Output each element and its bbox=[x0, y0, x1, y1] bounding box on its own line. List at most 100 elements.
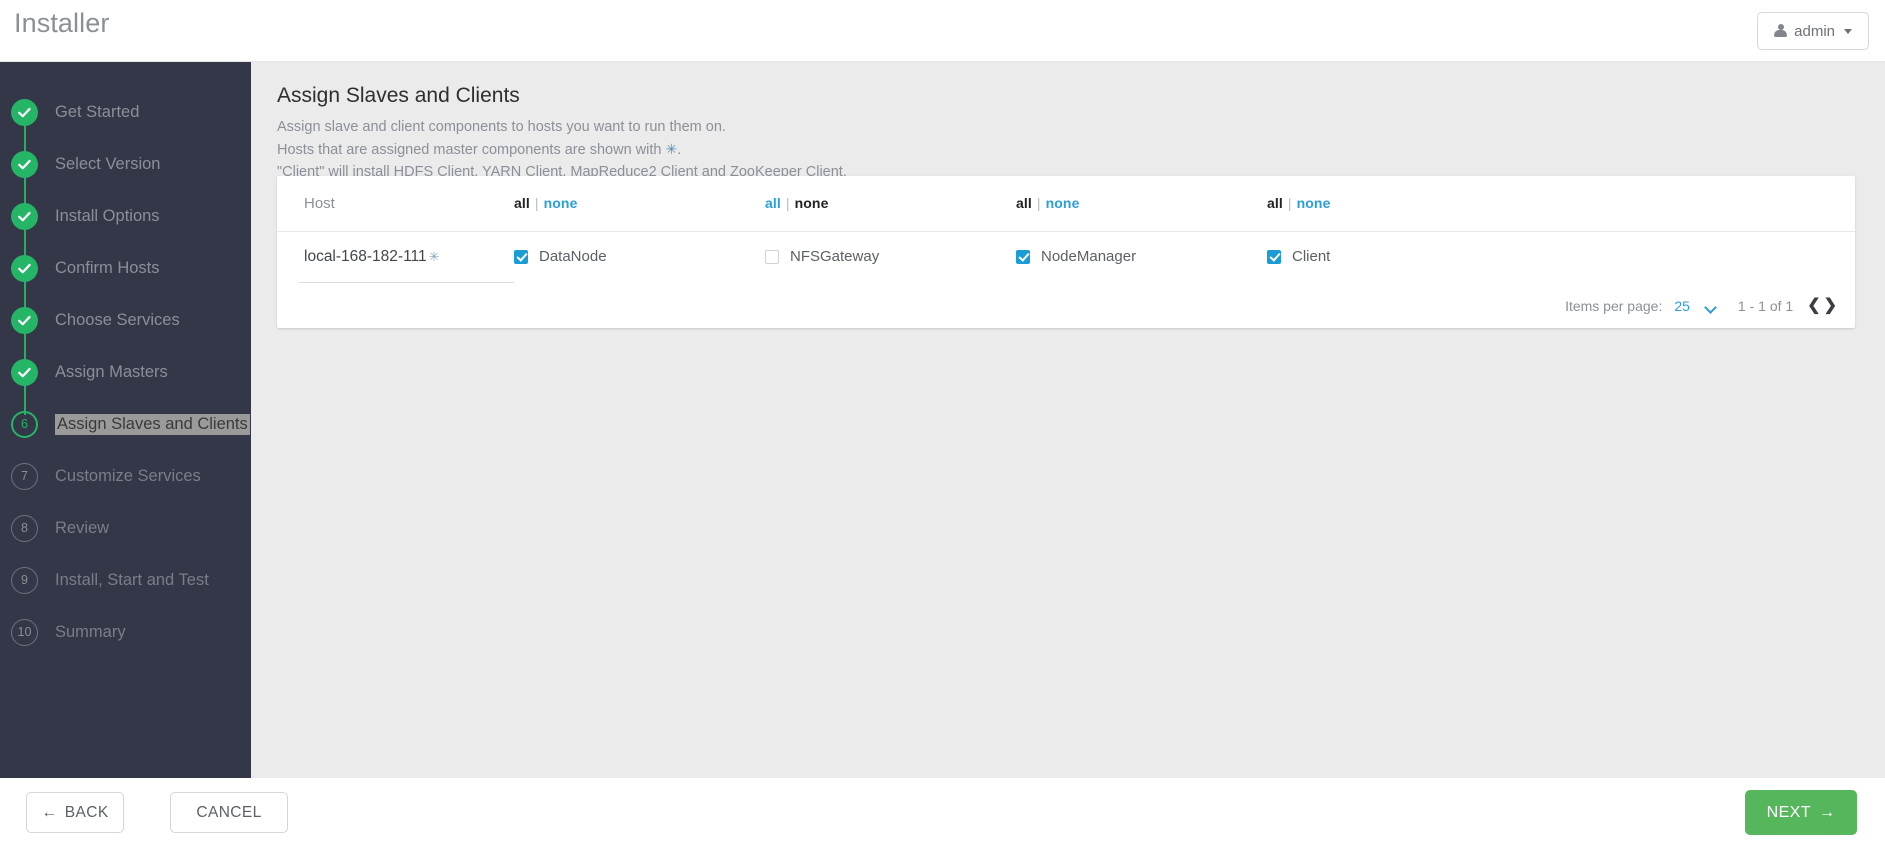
column-header-nodemanager: all | none bbox=[1016, 176, 1267, 231]
user-icon bbox=[1774, 24, 1787, 38]
master-marker-icon: ✳ bbox=[429, 249, 440, 264]
select-none-link[interactable]: none bbox=[544, 195, 578, 211]
sidebar-step-install-start-and-test[interactable]: 9 Install, Start and Test bbox=[0, 554, 251, 606]
description-line-2: Hosts that are assigned master component… bbox=[277, 138, 847, 161]
sidebar-step-label: Review bbox=[55, 519, 109, 538]
step-check-icon bbox=[11, 359, 38, 386]
step-number-badge: 10 bbox=[11, 619, 38, 646]
component-checkbox-group: NFSGateway bbox=[765, 248, 1016, 265]
select-none-link[interactable]: none bbox=[1297, 195, 1331, 211]
paginator: Items per page: 25 1 - 1 of 1 ❮ ❯ bbox=[1565, 298, 1837, 314]
select-all-link: all bbox=[1267, 195, 1283, 211]
step-check-icon bbox=[11, 255, 38, 282]
checkbox-nodemanager[interactable] bbox=[1016, 250, 1030, 264]
chevron-down-icon bbox=[1706, 303, 1716, 309]
sidebar-step-summary[interactable]: 10Summary bbox=[0, 606, 251, 658]
step-check-icon bbox=[11, 151, 38, 178]
step-number-badge: 7 bbox=[11, 463, 38, 490]
next-page-icon[interactable]: ❯ bbox=[1824, 298, 1837, 314]
component-cell: NFSGateway bbox=[765, 231, 1016, 282]
table-row: local-168-182-111✳ DataNode NFSGateway Node… bbox=[277, 231, 1855, 282]
select-all-link[interactable]: all bbox=[765, 195, 781, 211]
master-marker-icon: ✳ bbox=[665, 141, 677, 157]
sidebar-step-choose-services[interactable]: Choose Services bbox=[0, 294, 251, 346]
all-none-separator: | bbox=[1037, 195, 1041, 211]
all-none-toggle: all | none bbox=[1016, 195, 1079, 211]
component-label: Client bbox=[1292, 248, 1330, 265]
back-button[interactable]: BACK bbox=[26, 792, 124, 833]
select-none-link: none bbox=[795, 195, 829, 211]
description-line-2-text: Hosts that are assigned master component… bbox=[277, 142, 665, 158]
step-check-icon bbox=[11, 203, 38, 230]
pagination-arrows: ❮ ❯ bbox=[1807, 298, 1837, 314]
sidebar-step-customize-services[interactable]: 7 Customize Services bbox=[0, 450, 251, 502]
step-check-icon bbox=[11, 99, 38, 126]
all-none-toggle: all|none bbox=[514, 195, 577, 211]
component-cell: Client bbox=[1267, 231, 1855, 282]
host-name-cell: local-168-182-111✳ bbox=[277, 231, 514, 282]
description-line-2-period: . bbox=[677, 142, 681, 158]
sidebar-step-label: Choose Services bbox=[55, 311, 180, 330]
sidebar-step-label: Customize Services bbox=[55, 467, 201, 486]
table-body: local-168-182-111✳ DataNode NFSGateway Node… bbox=[277, 231, 1855, 282]
app-title: Installer bbox=[14, 8, 109, 39]
next-button-label: NEXT bbox=[1767, 804, 1811, 822]
sidebar-step-review[interactable]: 8 Review bbox=[0, 502, 251, 554]
assignment-table-card: Host all|none all|none all|none all|none… bbox=[277, 176, 1855, 328]
select-all-link: all bbox=[514, 195, 530, 211]
footer-bar: BACK CANCEL NEXT bbox=[0, 778, 1885, 856]
cancel-button-label: CANCEL bbox=[196, 804, 261, 822]
sidebar-step-label: Assign Masters bbox=[55, 363, 168, 382]
column-header-client: all|none bbox=[1267, 176, 1855, 231]
checkbox-datanode[interactable] bbox=[514, 250, 528, 264]
column-header-host: Host bbox=[277, 176, 514, 231]
arrow-left-icon bbox=[41, 804, 57, 822]
checkbox-nfsgateway[interactable] bbox=[765, 250, 779, 264]
sidebar-step-assign-masters[interactable]: Assign Masters bbox=[0, 346, 251, 398]
step-number-badge: 8 bbox=[11, 515, 38, 542]
component-label: NodeManager bbox=[1041, 248, 1136, 265]
select-all-link: all bbox=[1016, 195, 1032, 211]
sidebar-step-label: Confirm Hosts bbox=[55, 259, 160, 278]
step-number-badge: 6 bbox=[11, 411, 38, 438]
items-per-page-label: Items per page: bbox=[1565, 298, 1662, 314]
wizard-step-list: Get Started Select Version Install Options… bbox=[0, 86, 251, 658]
all-none-toggle: all | none bbox=[765, 195, 828, 211]
cancel-button[interactable]: CANCEL bbox=[170, 792, 288, 833]
table-header-row: Host all|none all|none all|none all|none bbox=[277, 176, 1855, 231]
step-number-badge: 9 bbox=[11, 567, 38, 594]
all-none-toggle: all|none bbox=[1267, 195, 1330, 211]
sidebar: Get Started Select Version Install Options… bbox=[0, 62, 251, 778]
component-checkbox-group: DataNode bbox=[514, 248, 765, 265]
description-line-1: Assign slave and client components to ho… bbox=[277, 116, 847, 138]
checkbox-client[interactable] bbox=[1267, 250, 1281, 264]
sidebar-step-label: Install, Start and Test bbox=[55, 571, 209, 590]
sidebar-step-assign-slaves-and-clients[interactable]: 6Assign Slaves and Clients bbox=[0, 398, 251, 450]
step-check-icon bbox=[11, 307, 38, 334]
sidebar-step-get-started[interactable]: Get Started bbox=[0, 86, 251, 138]
component-cell: DataNode bbox=[514, 231, 765, 282]
next-button[interactable]: NEXT bbox=[1745, 790, 1857, 835]
arrow-right-icon bbox=[1819, 804, 1835, 822]
caret-down-icon bbox=[1844, 29, 1852, 34]
all-none-separator: | bbox=[786, 195, 790, 211]
select-none-link[interactable]: none bbox=[1046, 195, 1080, 211]
component-checkbox-group: NodeManager bbox=[1016, 248, 1267, 265]
component-label: DataNode bbox=[539, 248, 607, 265]
items-per-page-select[interactable]: 25 bbox=[1674, 298, 1716, 314]
top-bar: Installer admin bbox=[0, 0, 1885, 62]
assignment-table: Host all|none all|none all|none all|none… bbox=[277, 176, 1855, 282]
installer-window: Installer admin Get Started Select Versio… bbox=[0, 0, 1885, 856]
main-content: Assign Slaves and Clients Assign slave a… bbox=[251, 62, 1885, 778]
previous-page-icon[interactable]: ❮ bbox=[1807, 298, 1820, 314]
sidebar-step-label: Select Version bbox=[55, 155, 160, 174]
items-per-page-value: 25 bbox=[1674, 298, 1690, 314]
admin-label: admin bbox=[1794, 23, 1835, 40]
page-description: Assign slave and client components to ho… bbox=[277, 116, 847, 183]
sidebar-step-confirm-hosts[interactable]: Confirm Hosts bbox=[0, 242, 251, 294]
admin-menu-button[interactable]: admin bbox=[1757, 12, 1869, 50]
sidebar-step-install-options[interactable]: Install Options bbox=[0, 190, 251, 242]
component-checkbox-group: Client bbox=[1267, 248, 1855, 265]
component-cell: NodeManager bbox=[1016, 231, 1267, 282]
sidebar-step-select-version[interactable]: Select Version bbox=[0, 138, 251, 190]
